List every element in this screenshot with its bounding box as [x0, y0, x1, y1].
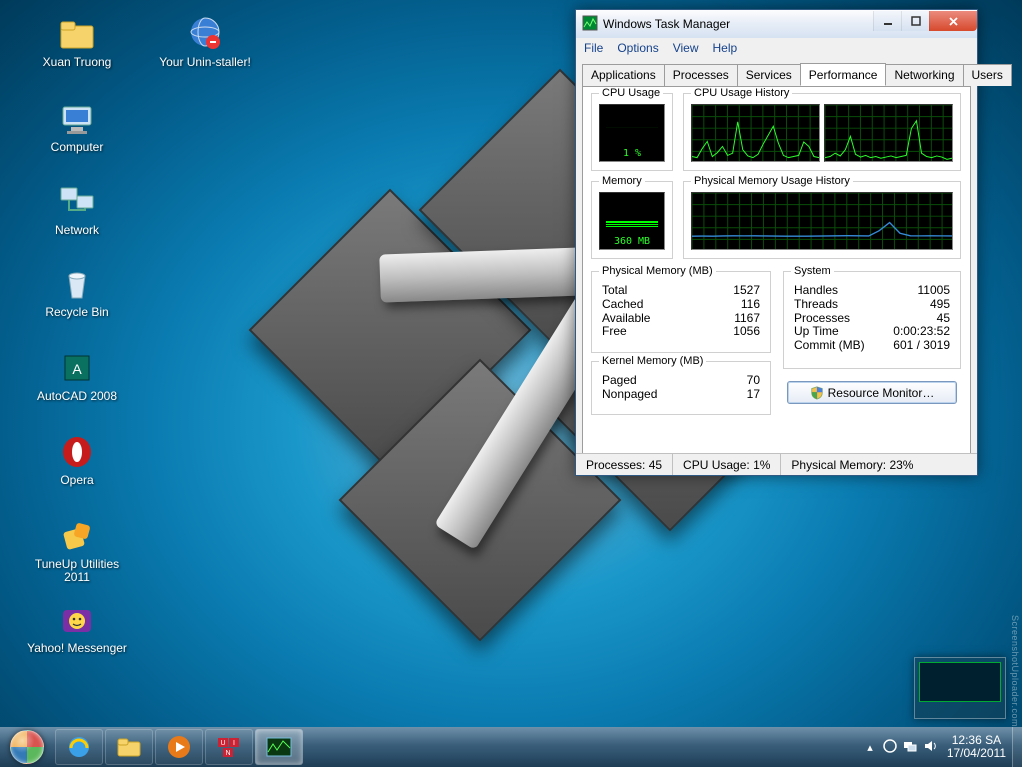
- task-manager-window: Windows Task Manager File Options View H…: [575, 9, 978, 476]
- system-legend: System: [791, 265, 834, 277]
- tray-icon-1[interactable]: [883, 739, 897, 756]
- menu-help[interactable]: Help: [713, 41, 738, 55]
- tray-clock[interactable]: 12:36 SA 17/04/2011: [947, 734, 1006, 760]
- folder-icon: [57, 14, 97, 54]
- tuneup-icon: [57, 516, 97, 556]
- taskbar-wmp[interactable]: [155, 729, 203, 765]
- status-processes: Processes: 45: [576, 454, 673, 475]
- cpu-usage-group: CPU Usage 1 %: [591, 93, 673, 171]
- svg-text:A: A: [72, 361, 82, 377]
- memory-meter: 360 MB: [599, 192, 665, 250]
- window-title: Windows Task Manager: [603, 17, 730, 31]
- menu-options[interactable]: Options: [617, 41, 658, 55]
- cpu-usage-meter: 1 %: [599, 104, 665, 162]
- status-cpu: CPU Usage: 1%: [673, 454, 781, 475]
- physical-memory-group: Physical Memory (MB) Total1527Cached116A…: [591, 271, 771, 353]
- taskbar: U IN ▴ 12:36 SA 17/04/2011: [0, 727, 1022, 767]
- memory-history-legend: Physical Memory Usage History: [691, 175, 853, 187]
- computer-icon: [57, 99, 97, 139]
- tab-applications[interactable]: Applications: [582, 64, 665, 86]
- desktop-icon-network[interactable]: Network: [22, 182, 132, 237]
- status-memory: Physical Memory: 23%: [781, 454, 977, 475]
- trash-icon: [57, 264, 97, 304]
- system-tray: ▴ 12:36 SA 17/04/2011: [867, 734, 1012, 760]
- cpu-history-group: CPU Usage History: [683, 93, 961, 171]
- opera-icon: [57, 432, 97, 472]
- icon-label: Computer: [51, 141, 104, 154]
- desktop-icon-xuan-truong[interactable]: Xuan Truong: [22, 14, 132, 69]
- svg-text:N: N: [225, 750, 230, 757]
- globe-icon: [185, 14, 225, 54]
- watermark: ScreenshotUploader.com: [1010, 615, 1020, 727]
- network-icon: [57, 182, 97, 222]
- tabstrip: Applications Processes Services Performa…: [576, 58, 977, 86]
- memory-history-graph: [691, 192, 953, 250]
- menu-file[interactable]: File: [584, 41, 603, 55]
- shield-icon: [810, 386, 824, 400]
- tab-services[interactable]: Services: [737, 64, 801, 86]
- icon-label: Xuan Truong: [43, 56, 112, 69]
- taskbar-explorer[interactable]: [105, 729, 153, 765]
- tab-networking[interactable]: Networking: [885, 64, 963, 86]
- cpu-history-core0: [691, 104, 820, 162]
- yahoo-icon: [57, 600, 97, 640]
- menubar: File Options View Help: [576, 38, 977, 58]
- icon-label: Recycle Bin: [45, 306, 108, 319]
- cpu-usage-value: 1 %: [600, 148, 664, 159]
- desktop-icon-opera[interactable]: Opera: [22, 432, 132, 487]
- desktop-icon-autocad-2008[interactable]: A AutoCAD 2008: [22, 348, 132, 403]
- desktop-icon-tuneup-utilities-2011[interactable]: TuneUp Utilities 2011: [22, 516, 132, 584]
- tray-date: 17/04/2011: [947, 747, 1006, 760]
- icon-label: Opera: [60, 474, 93, 487]
- cpu-usage-legend: CPU Usage: [599, 87, 663, 99]
- performance-panel: CPU Usage 1 % CPU Usage History Memory 3…: [582, 86, 971, 468]
- desktop-icon-computer[interactable]: Computer: [22, 99, 132, 154]
- taskmgr-icon: [582, 15, 598, 34]
- close-button[interactable]: [929, 11, 977, 31]
- kernel-memory-group: Kernel Memory (MB) Paged70Nonpaged17: [591, 361, 771, 415]
- svg-text:U: U: [220, 740, 225, 747]
- start-button[interactable]: [0, 727, 54, 767]
- system-group: System Handles11005Threads495Processes45…: [783, 271, 961, 369]
- svg-text:I: I: [233, 740, 235, 747]
- show-desktop-button[interactable]: [1012, 727, 1022, 767]
- statusbar: Processes: 45 CPU Usage: 1% Physical Mem…: [576, 453, 977, 475]
- tray-chevron-icon[interactable]: ▴: [867, 741, 873, 754]
- cpu-history-legend: CPU Usage History: [691, 87, 792, 99]
- tab-processes[interactable]: Processes: [664, 64, 738, 86]
- physical-legend: Physical Memory (MB): [599, 265, 716, 277]
- cad-icon: A: [57, 348, 97, 388]
- kernel-legend: Kernel Memory (MB): [599, 355, 706, 367]
- memory-history-group: Physical Memory Usage History: [683, 181, 961, 259]
- memory-legend: Memory: [599, 175, 645, 187]
- resource-monitor-button[interactable]: Resource Monitor…: [787, 381, 957, 404]
- maximize-button[interactable]: [901, 11, 929, 31]
- tray-volume-icon[interactable]: [923, 739, 937, 756]
- resource-monitor-label: Resource Monitor…: [828, 386, 935, 400]
- icon-label: AutoCAD 2008: [37, 390, 117, 403]
- taskbar-taskmgr[interactable]: [255, 729, 303, 765]
- icon-label: TuneUp Utilities 2011: [22, 558, 132, 584]
- memory-group: Memory 360 MB: [591, 181, 673, 259]
- windows-orb-icon: [10, 730, 44, 764]
- desktop-icon-recycle-bin[interactable]: Recycle Bin: [22, 264, 132, 319]
- icon-label: Network: [55, 224, 99, 237]
- minimize-button[interactable]: [873, 11, 901, 31]
- desktop-icon-yahoo-messenger[interactable]: Yahoo! Messenger: [22, 600, 132, 655]
- icon-label: Your Unin-staller!: [159, 56, 251, 69]
- tray-icon-2[interactable]: [903, 739, 917, 756]
- tab-performance[interactable]: Performance: [800, 63, 887, 86]
- desktop-icon-your-unin-staller-[interactable]: Your Unin-staller!: [150, 14, 260, 69]
- taskbar-ie[interactable]: [55, 729, 103, 765]
- memory-value: 360 MB: [600, 236, 664, 247]
- tab-users[interactable]: Users: [963, 64, 1012, 86]
- icon-label: Yahoo! Messenger: [27, 642, 127, 655]
- taskbar-thumbnail-preview[interactable]: [914, 657, 1006, 719]
- taskbar-unikey[interactable]: U IN: [205, 729, 253, 765]
- menu-view[interactable]: View: [673, 41, 699, 55]
- cpu-history-core1: [824, 104, 953, 162]
- titlebar[interactable]: Windows Task Manager: [576, 10, 977, 38]
